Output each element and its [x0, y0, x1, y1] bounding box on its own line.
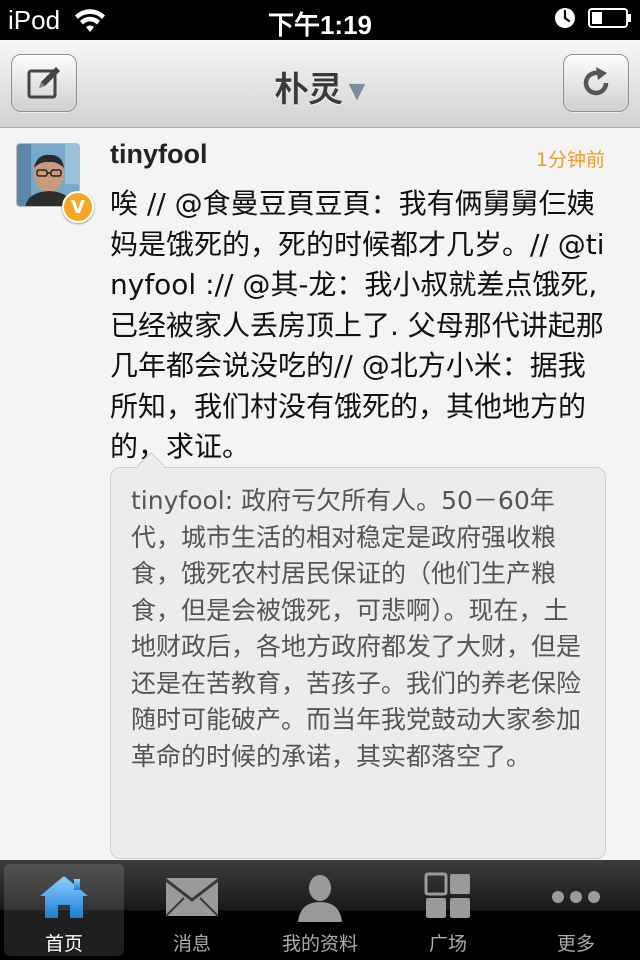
nav-title[interactable]: 朴灵 ▼: [0, 62, 640, 111]
tab-messages[interactable]: 消息: [128, 860, 256, 960]
status-right: [554, 7, 632, 29]
nav-title-text: 朴灵: [274, 70, 343, 110]
more-dots-icon: [552, 891, 600, 903]
username[interactable]: tinyfool: [110, 139, 207, 170]
refresh-button[interactable]: [563, 54, 629, 112]
repost-box[interactable]: tinyfool: 政府亏欠所有人。50－60年代，城市生活的相对稳定是政府强收…: [110, 451, 606, 859]
clock-icon: [555, 8, 575, 28]
status-time: 下午1:19: [267, 10, 373, 40]
tab-home[interactable]: 首页: [4, 864, 124, 956]
battery-icon: [588, 8, 631, 28]
person-icon: [298, 875, 342, 922]
post-text: 唉 // @食曼豆頁豆頁：我有俩舅舅仨姨妈是饿死的，死的时候都才几岁。// @t…: [110, 187, 605, 463]
tab-label: 消息: [172, 933, 211, 955]
tab-label: 更多: [556, 933, 595, 955]
tab-more[interactable]: 更多: [512, 860, 640, 960]
dropdown-caret-icon: ▼: [348, 79, 366, 104]
tab-label: 我的资料: [281, 933, 358, 955]
grid-icon: [424, 872, 470, 918]
post-detail: V tinyfool 1分钟前 唉 // @食曼豆頁豆頁：我有俩舅舅仨姨妈是饿死…: [0, 129, 640, 860]
repost-text: tinyfool: 政府亏欠所有人。50－60年代，城市生活的相对稳定是政府强收…: [131, 486, 582, 771]
refresh-icon: [583, 67, 609, 96]
home-icon: [40, 876, 88, 918]
envelope-icon: [165, 878, 219, 917]
tab-bar: 首页 消息 我的资料 广场 更多: [0, 860, 640, 960]
tab-label: 首页: [44, 933, 83, 955]
timestamp: 1分钟前: [535, 149, 605, 171]
status-bar: iPod 下午1:19: [0, 0, 640, 40]
tab-label: 广场: [428, 933, 467, 955]
verified-badge-icon: V: [62, 191, 94, 223]
tab-square[interactable]: 广场: [384, 860, 512, 960]
tab-profile[interactable]: 我的资料: [256, 860, 384, 960]
nav-bar: 朴灵 ▼: [0, 40, 640, 128]
